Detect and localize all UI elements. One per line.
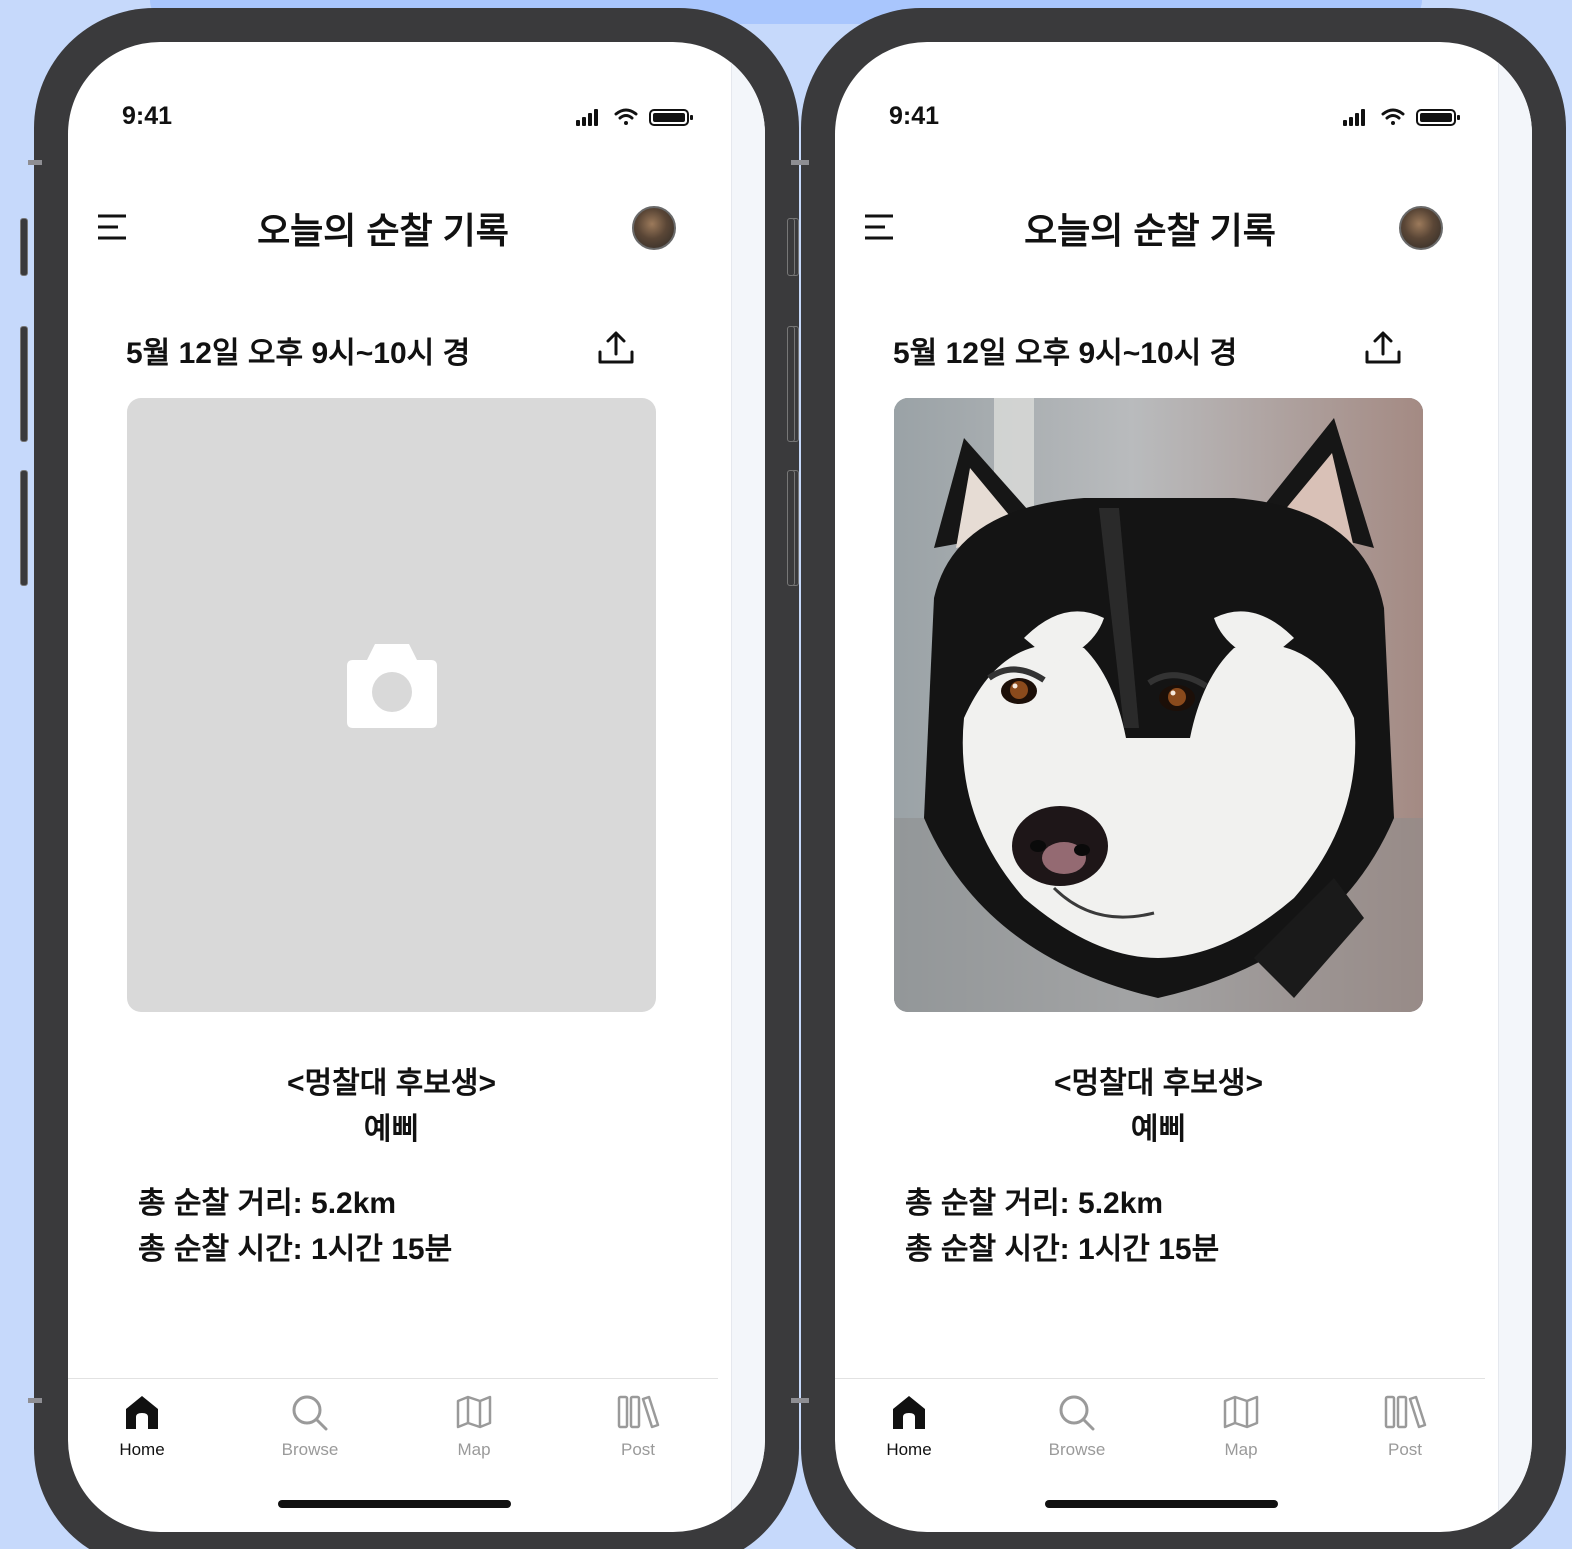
distance-stat: 총 순찰 거리: 5.2km xyxy=(905,1178,1163,1222)
tab-browse[interactable]: Browse xyxy=(260,1393,360,1460)
dog-name: 예삐 xyxy=(1130,1113,1187,1146)
signal-icon xyxy=(1343,109,1365,126)
volume-down-button xyxy=(787,470,795,586)
map-icon xyxy=(1223,1395,1259,1429)
distance-value: 5.2km xyxy=(311,1187,397,1220)
phone-frame-photo: 9:41 오늘의 순찰 기록 5월 12일 오후 9시~10시 경 <멍찰대 후… xyxy=(787,8,1566,1549)
duration-label: 총 순찰 시간: xyxy=(905,1233,1070,1266)
battery-icon xyxy=(1416,109,1460,126)
status-time: 9:41 xyxy=(122,102,173,130)
distance-value: 5.2km xyxy=(1078,1187,1164,1220)
screen-edge-strip xyxy=(1498,42,1532,1532)
tab-post[interactable]: Post xyxy=(1355,1393,1455,1460)
dog-name: 예삐 xyxy=(363,1113,420,1146)
tab-label: Home xyxy=(119,1440,165,1459)
silent-switch xyxy=(20,218,28,276)
tab-label: Map xyxy=(457,1440,491,1459)
library-icon xyxy=(1384,1395,1427,1429)
dog-photo[interactable] xyxy=(894,398,1423,1012)
duration-value: 1시간 15분 xyxy=(311,1233,453,1266)
caption-rank: <멍찰대 후보생> xyxy=(287,1067,496,1100)
avatar[interactable] xyxy=(632,206,676,250)
tab-label: Post xyxy=(1387,1440,1423,1459)
volume-up-button xyxy=(787,326,795,442)
tab-bar: Home Browse Map Post xyxy=(68,1378,718,1478)
duration-value: 1시간 15분 xyxy=(1078,1233,1220,1266)
tab-label: Home xyxy=(886,1440,932,1459)
photo-upload-placeholder[interactable] xyxy=(127,398,656,1012)
record-date: 5월 12일 오후 9시~10시 경 xyxy=(893,337,1238,370)
tab-post[interactable]: Post xyxy=(588,1393,688,1460)
screen: 9:41 오늘의 순찰 기록 5월 12일 오후 9시~10시 경 <멍찰대 후… xyxy=(835,42,1532,1532)
status-icons xyxy=(576,108,693,126)
search-icon xyxy=(292,1395,328,1431)
page-title: 오늘의 순찰 기록 xyxy=(1024,210,1276,251)
distance-stat: 총 순찰 거리: 5.2km xyxy=(138,1178,396,1222)
home-indicator xyxy=(1045,1500,1278,1508)
husky-photo-illustration xyxy=(894,398,1423,1012)
library-icon xyxy=(617,1395,660,1429)
frame-pin xyxy=(795,160,809,165)
distance-label: 총 순찰 거리: xyxy=(905,1187,1070,1220)
map-icon xyxy=(456,1395,492,1429)
share-icon[interactable] xyxy=(596,328,636,368)
tab-home[interactable]: Home xyxy=(92,1393,192,1460)
wifi-icon xyxy=(1381,108,1405,125)
tab-map[interactable]: Map xyxy=(1191,1393,1291,1460)
tab-home[interactable]: Home xyxy=(859,1393,959,1460)
tab-bar: Home Browse Map Post xyxy=(835,1378,1485,1478)
page-title: 오늘의 순찰 기록 xyxy=(257,210,509,251)
screen: 9:41 오늘의 순찰 기록 5월 12일 오후 9시~10시 경 <멍찰대 후… xyxy=(68,42,765,1532)
camera-icon xyxy=(347,644,437,728)
share-icon[interactable] xyxy=(1363,328,1403,368)
avatar[interactable] xyxy=(1399,206,1443,250)
volume-up-button xyxy=(20,326,28,442)
distance-label: 총 순찰 거리: xyxy=(138,1187,303,1220)
screen-edge-strip xyxy=(731,42,765,1532)
phone-frame-empty: 9:41 오늘의 순찰 기록 5월 12일 오후 9시~10시 경 <멍찰대 후… xyxy=(20,8,805,1549)
caption-rank: <멍찰대 후보생> xyxy=(1054,1067,1263,1100)
wifi-icon xyxy=(614,108,638,125)
duration-stat: 총 순찰 시간: 1시간 15분 xyxy=(138,1224,452,1268)
battery-icon xyxy=(649,109,693,126)
home-icon xyxy=(126,1396,158,1429)
duration-stat: 총 순찰 시간: 1시간 15분 xyxy=(905,1224,1219,1268)
home-indicator xyxy=(278,1500,511,1508)
search-icon xyxy=(1059,1395,1095,1431)
silent-switch xyxy=(787,218,795,276)
tab-label: Post xyxy=(620,1440,656,1459)
volume-down-button xyxy=(20,470,28,586)
frame-pin xyxy=(28,1398,42,1403)
tab-browse[interactable]: Browse xyxy=(1027,1393,1127,1460)
signal-icon xyxy=(576,109,598,126)
tab-map[interactable]: Map xyxy=(424,1393,524,1460)
status-time: 9:41 xyxy=(889,102,940,130)
record-date: 5월 12일 오후 9시~10시 경 xyxy=(126,337,471,370)
home-icon xyxy=(893,1396,925,1429)
frame-pin xyxy=(28,160,42,165)
duration-label: 총 순찰 시간: xyxy=(138,1233,303,1266)
tab-label: Browse xyxy=(1048,1440,1106,1459)
tab-label: Browse xyxy=(281,1440,339,1459)
tab-label: Map xyxy=(1224,1440,1258,1459)
status-icons xyxy=(1343,108,1460,126)
frame-pin xyxy=(795,1398,809,1403)
